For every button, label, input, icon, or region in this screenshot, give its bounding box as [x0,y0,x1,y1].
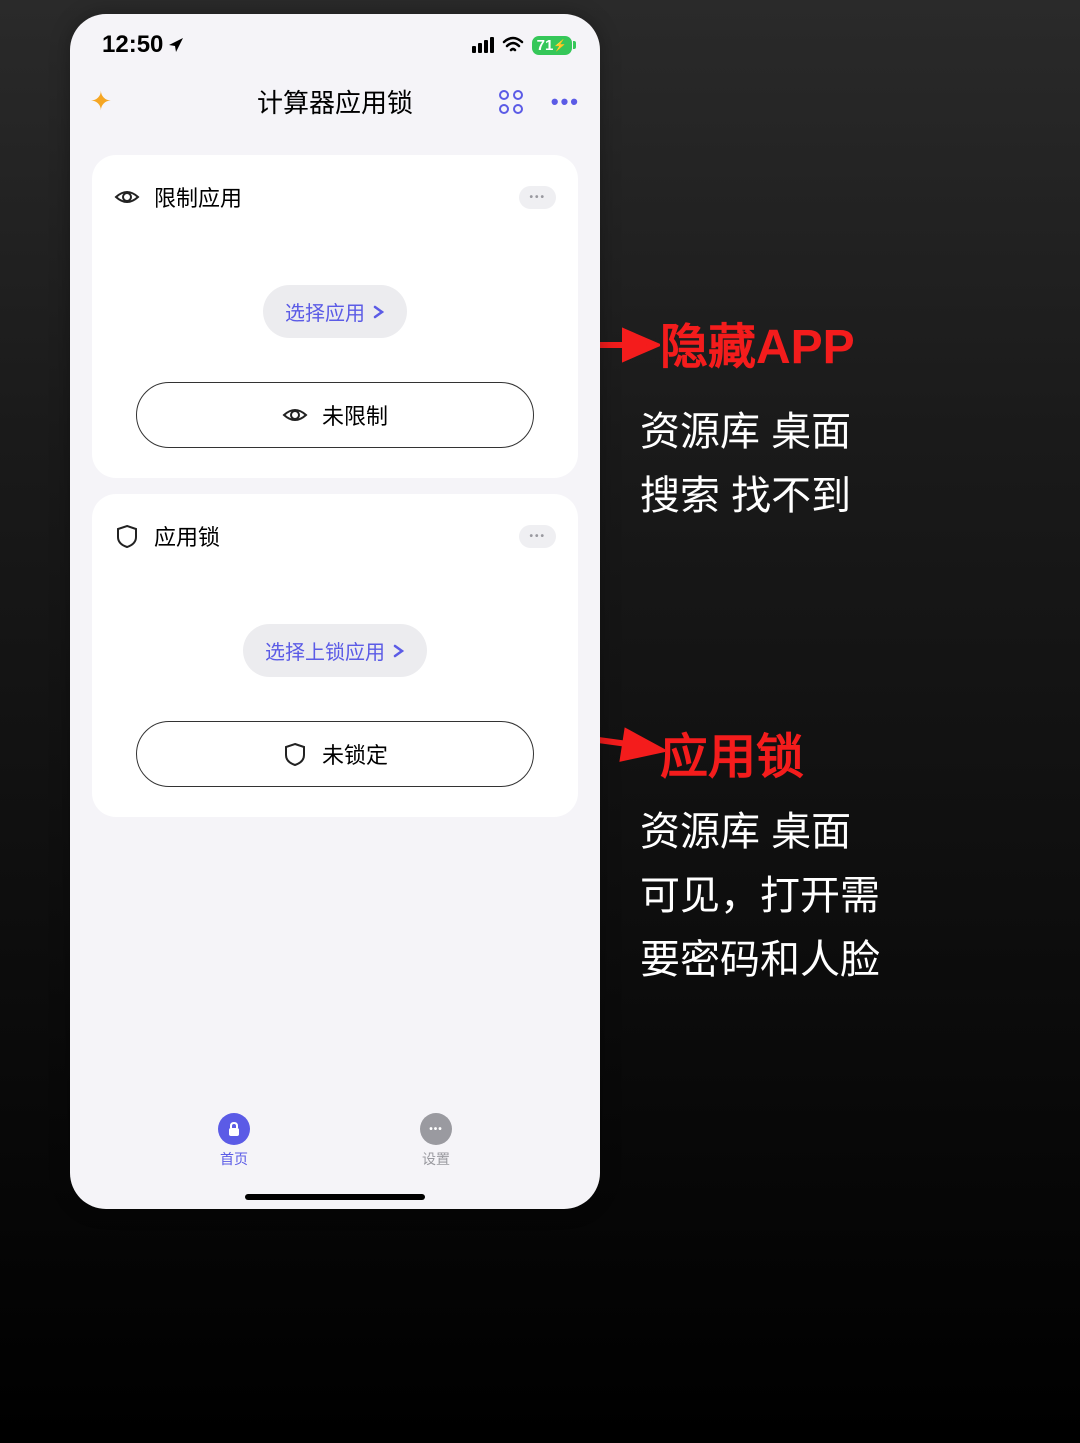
status-time: 12:50 [102,31,185,59]
wifi-icon [502,36,524,54]
more-icon[interactable]: ••• [551,89,580,115]
shield-icon [282,741,308,767]
unrestricted-button[interactable]: 未限制 [136,382,534,448]
location-icon [167,36,185,54]
chevron-right-icon [393,644,405,658]
status-bar: 12:50 71⚡ [70,14,600,64]
status-right: 71⚡ [472,36,572,55]
select-lock-app-button[interactable]: 选择上锁应用 [243,624,427,677]
sparkle-icon[interactable]: ✦ [90,86,112,117]
annotation-side2-desc: 资源库 桌面 可见，打开需 要密码和人脸 [640,800,880,992]
nav-home[interactable]: 首页 [218,1113,250,1169]
home-indicator[interactable] [245,1194,425,1200]
more-horizontal-icon: ••• [420,1113,452,1145]
card-lock-title: 应用锁 [154,520,220,552]
card-restrict-more[interactable]: ••• [519,186,556,209]
card-restrict: 限制应用 ••• 选择应用 未限制 [92,155,578,478]
card-lock-more[interactable]: ••• [519,525,556,548]
annotation-side2-title: 应用锁 [660,720,804,797]
card-lock: 应用锁 ••• 选择上锁应用 未锁定 [92,494,578,817]
battery-icon: 71⚡ [532,36,572,55]
eye-icon [114,184,140,210]
nav-settings[interactable]: ••• 设置 [420,1113,452,1169]
phone-screen: 12:50 71⚡ ✦ 计算器应用锁 ••• 限制应用 ••• 选择应用 [70,14,600,1209]
lock-icon [218,1113,250,1145]
shield-icon [114,523,140,549]
chevron-right-icon [373,305,385,319]
card-restrict-title: 限制应用 [154,181,242,213]
signal-icon [472,37,494,53]
annotation-side1-title: 隐藏APP [660,310,855,387]
eye-icon [282,402,308,428]
app-title: 计算器应用锁 [257,83,413,120]
grid-icon[interactable] [499,90,523,114]
annotation-side1-desc: 资源库 桌面 搜索 找不到 [640,400,851,528]
unlocked-button[interactable]: 未锁定 [136,721,534,787]
app-header: ✦ 计算器应用锁 ••• [70,64,600,139]
select-app-button[interactable]: 选择应用 [263,285,407,338]
bottom-nav: 首页 ••• 设置 [70,1113,600,1191]
